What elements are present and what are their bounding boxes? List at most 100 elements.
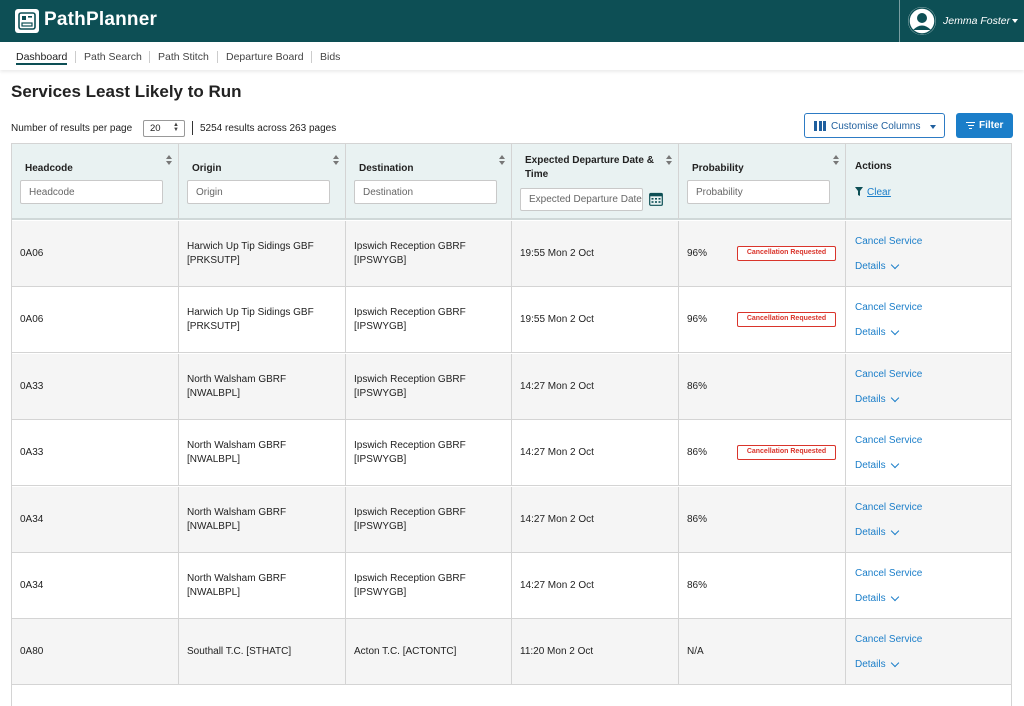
services-table: Headcode Origin Destination Expected Dep… — [11, 143, 1012, 706]
departure-filter-input[interactable] — [520, 188, 643, 211]
table-row: 0A80 Southall T.C. [STHATC] Acton T.C. [AC… — [12, 619, 1011, 686]
chevron-down-icon[interactable] — [890, 659, 900, 668]
cancel-service-link[interactable]: Cancel Service — [855, 568, 922, 579]
nav-divider — [149, 51, 150, 63]
cell-destination: Ipswich Reception GBRF [IPSWYGB] — [346, 420, 512, 487]
nav-divider — [311, 51, 312, 63]
status-badge: Cancellation Requested — [737, 246, 836, 261]
per-page-select[interactable]: 20 ▲ ▼ — [143, 120, 185, 137]
destination-filter-input[interactable] — [354, 180, 497, 204]
chevron-down-icon[interactable] — [890, 592, 900, 602]
origin-text: North Walsham GBRF [NWALBPL] — [187, 506, 287, 532]
origin-text: North Walsham GBRF [NWALBPL] — [187, 373, 287, 399]
cell-destination: Ipswich Reception GBRF [IPSWYGB] — [346, 553, 512, 619]
sort-icon[interactable] — [499, 155, 505, 165]
cancel-service-link[interactable]: Cancel Service — [855, 634, 922, 645]
chevron-down-icon[interactable] — [890, 260, 900, 270]
cell-probability: 86% Cancellation Requested — [679, 420, 846, 487]
probability-text: N/A — [687, 646, 704, 658]
chevron-down-icon[interactable] — [890, 393, 900, 403]
column-header-label: Probability — [692, 163, 744, 174]
customise-columns-button[interactable]: Customise Columns — [804, 113, 945, 138]
nav-bids[interactable]: Bids — [320, 51, 340, 63]
chevron-updown-icon: ▲ ▼ — [173, 122, 179, 133]
sort-icon[interactable] — [333, 155, 339, 165]
details-toggle[interactable]: Details — [855, 327, 886, 338]
cancel-service-link[interactable]: Cancel Service — [855, 369, 922, 380]
cancel-service-link[interactable]: Cancel Service — [855, 435, 922, 446]
cell-departure: 14:27 Mon 2 Oct — [512, 486, 679, 553]
column-header-label: Headcode — [25, 163, 73, 174]
details-toggle[interactable]: Details — [855, 527, 886, 538]
departure-text: 14:27 Mon 2 Oct — [520, 513, 594, 525]
sort-icon[interactable] — [666, 155, 672, 165]
cell-departure: 14:27 Mon 2 Oct — [512, 353, 679, 420]
chevron-down-icon — [930, 125, 936, 129]
departure-text: 14:27 Mon 2 Oct — [520, 580, 594, 591]
chevron-down-icon[interactable] — [1012, 19, 1018, 23]
departure-text: 19:55 Mon 2 Oct — [520, 248, 594, 259]
chevron-down-icon[interactable] — [890, 327, 900, 336]
nav-dashboard[interactable]: Dashboard — [16, 51, 67, 63]
app-title[interactable]: PathPlanner — [44, 9, 157, 31]
probability-filter-input[interactable] — [687, 180, 830, 204]
table-row: 0A33 North Walsham GBRF [NWALBPL] Ipswich … — [12, 420, 1011, 487]
cancel-service-link[interactable]: Cancel Service — [855, 302, 922, 313]
details-toggle[interactable]: Details — [855, 659, 886, 670]
cell-departure: 19:55 Mon 2 Oct — [512, 287, 679, 354]
departure-text: 14:27 Mon 2 Oct — [520, 380, 594, 392]
chevron-down-icon[interactable] — [890, 526, 900, 535]
cell-probability: 96% Cancellation Requested — [679, 221, 846, 287]
cancel-service-link[interactable]: Cancel Service — [855, 236, 922, 247]
app-logo-icon[interactable] — [15, 9, 39, 33]
table-row: 0A06 Harwich Up Tip Sidings GBF [PRKSUTP]… — [12, 221, 1011, 287]
cell-headcode: 0A34 — [12, 486, 179, 553]
clear-filters-link[interactable]: Clear — [867, 187, 891, 198]
headcode-text: 0A33 — [20, 380, 44, 392]
details-toggle[interactable]: Details — [855, 261, 886, 272]
results-count: 5254 results across 263 pages — [200, 123, 337, 134]
nav-path-search[interactable]: Path Search — [84, 51, 142, 63]
departure-text: 14:27 Mon 2 Oct — [520, 447, 594, 459]
column-destination: Destination — [346, 144, 512, 219]
customise-columns-label: Customise Columns — [831, 121, 921, 132]
user-name[interactable]: Jemma Foster — [943, 15, 1010, 27]
cell-probability: 86% — [679, 486, 846, 553]
headcode-text: 0A34 — [20, 580, 44, 591]
avatar-icon[interactable] — [908, 7, 936, 35]
divider — [192, 121, 193, 135]
sort-icon[interactable] — [166, 155, 172, 165]
filter-button[interactable]: Filter — [956, 113, 1013, 138]
filter-label: Filter — [979, 120, 1004, 131]
nav-divider — [75, 51, 76, 63]
origin-filter-input[interactable] — [187, 180, 330, 204]
sort-icon[interactable] — [833, 155, 839, 165]
filter-lines-icon — [966, 122, 975, 130]
cell-headcode: 0A06 — [12, 287, 179, 354]
cell-origin: Southall T.C. [STHATC] — [179, 619, 346, 686]
table-header: Headcode Origin Destination Expected Dep… — [12, 143, 1011, 220]
nav-path-stitch[interactable]: Path Stitch — [158, 51, 209, 63]
cell-destination: Ipswich Reception GBRF [IPSWYGB] — [346, 287, 512, 354]
details-toggle[interactable]: Details — [855, 593, 886, 604]
column-header-label: Destination — [359, 163, 414, 174]
details-toggle[interactable]: Details — [855, 394, 886, 405]
headcode-filter-input[interactable] — [20, 180, 163, 204]
cell-actions: Cancel Service Details — [846, 420, 1011, 486]
user-menu[interactable]: Jemma Foster — [899, 0, 1024, 42]
cell-headcode: 0A80 — [12, 619, 179, 686]
column-header-label: Actions — [855, 161, 892, 172]
departure-text: 11:20 Mon 2 Oct — [520, 646, 594, 658]
table-row: 0A34 North Walsham GBRF [NWALBPL] Ipswich … — [12, 486, 1011, 553]
cancel-service-link[interactable]: Cancel Service — [855, 502, 922, 513]
cell-origin: North Walsham GBRF [NWALBPL] — [179, 353, 346, 420]
cell-probability: N/A — [679, 619, 846, 686]
chevron-down-icon[interactable] — [890, 459, 900, 469]
cell-departure: 19:55 Mon 2 Oct — [512, 221, 679, 287]
calendar-icon[interactable] — [649, 192, 663, 206]
status-badge: Cancellation Requested — [737, 445, 836, 461]
nav-departure-board[interactable]: Departure Board — [226, 51, 304, 63]
cell-origin: North Walsham GBRF [NWALBPL] — [179, 553, 346, 619]
origin-text: North Walsham GBRF [NWALBPL] — [187, 440, 287, 466]
details-toggle[interactable]: Details — [855, 460, 886, 471]
